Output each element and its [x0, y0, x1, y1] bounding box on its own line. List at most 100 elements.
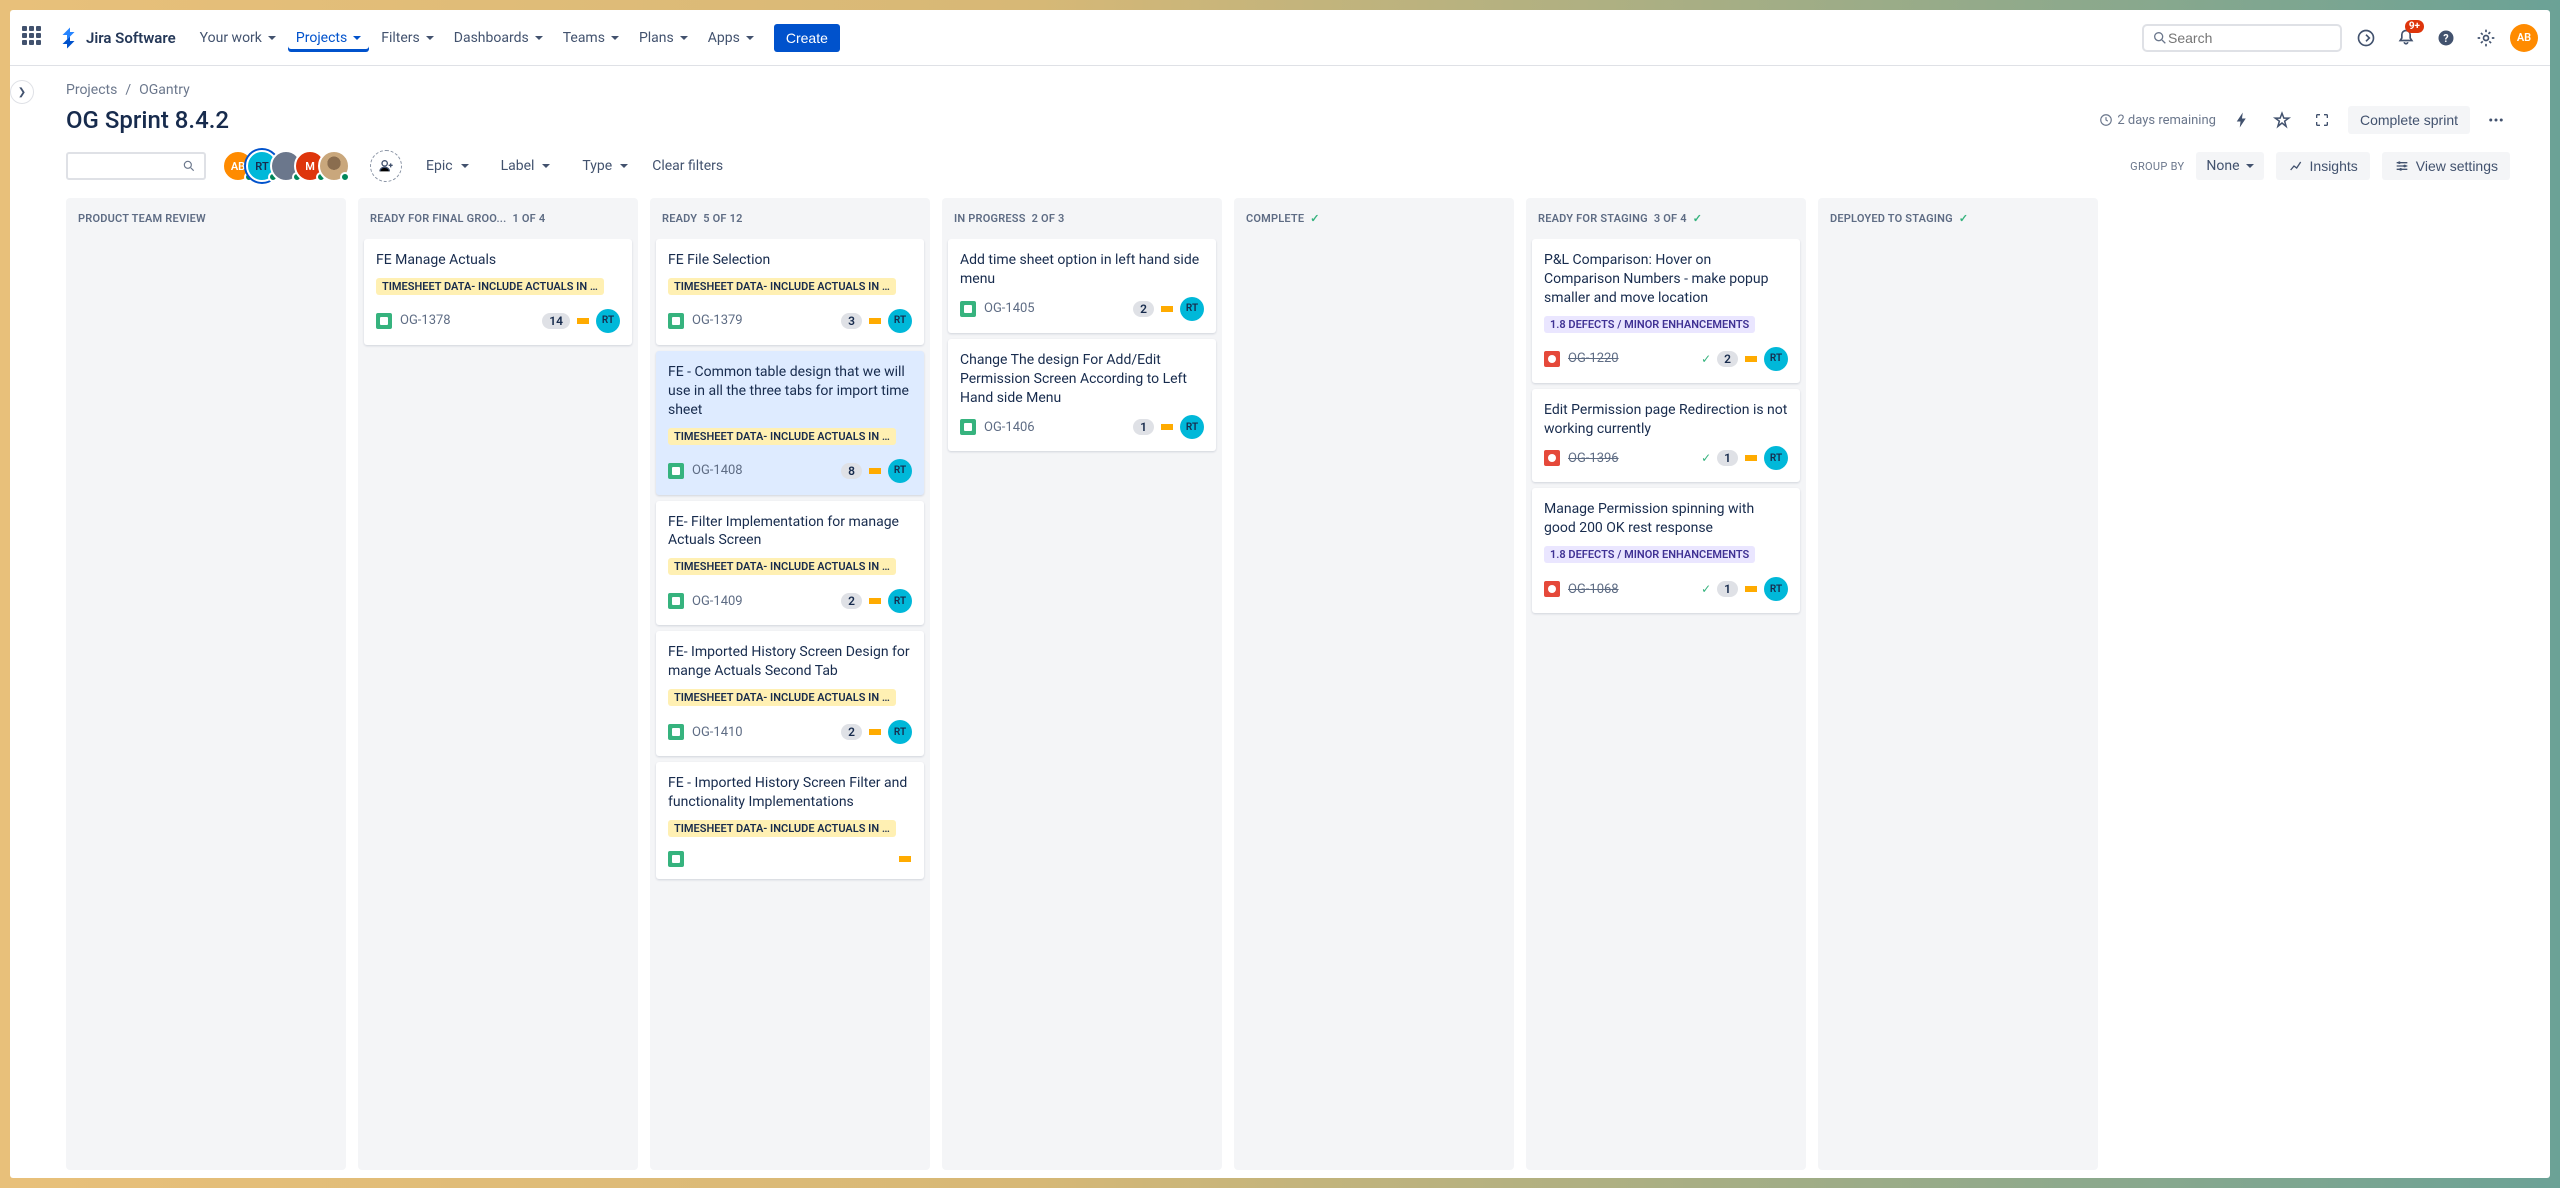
insights-button[interactable]: Insights [2276, 152, 2370, 180]
nav-plans[interactable]: Plans [631, 24, 696, 52]
app-switcher-icon[interactable] [22, 26, 46, 50]
nav-teams[interactable]: Teams [555, 24, 627, 52]
more-icon[interactable] [2482, 106, 2510, 134]
assignee-avatar[interactable]: RT [888, 720, 912, 744]
assignee-avatar[interactable]: RT [888, 589, 912, 613]
automation-icon[interactable] [2228, 106, 2256, 134]
epic-label[interactable]: TIMESHEET DATA- INCLUDE ACTUALS IN … [668, 428, 896, 445]
user-avatar[interactable]: AB [2510, 24, 2538, 52]
issue-key[interactable]: OG-1409 [692, 594, 743, 609]
assignee-avatar[interactable]: RT [1764, 446, 1788, 470]
complete-sprint-button[interactable]: Complete sprint [2348, 106, 2470, 134]
bug-icon [1544, 450, 1560, 466]
assignee-avatar[interactable] [318, 150, 350, 182]
nav-your-work[interactable]: Your work [192, 24, 284, 52]
issue-card[interactable]: Change The design For Add/Edit Permissio… [948, 339, 1216, 452]
topbar: Jira Software Your workProjectsFiltersDa… [10, 10, 2550, 66]
nav-filters[interactable]: Filters [373, 24, 442, 52]
board-search-input[interactable] [76, 158, 182, 174]
view-settings-button[interactable]: View settings [2382, 152, 2510, 180]
notification-badge: 9+ [2405, 20, 2424, 33]
column-body [66, 239, 346, 1170]
nav-dashboards[interactable]: Dashboards [446, 24, 551, 52]
topnav: Your workProjectsFiltersDashboardsTeamsP… [192, 24, 762, 52]
issue-key[interactable]: OG-1378 [400, 313, 451, 328]
add-people-button[interactable] [370, 150, 402, 182]
priority-icon [576, 314, 590, 328]
issue-card[interactable]: FE- Filter Implementation for manage Act… [656, 501, 924, 626]
card-title: Change The design For Add/Edit Permissio… [960, 351, 1204, 408]
story-points: 2 [841, 593, 862, 609]
epic-label[interactable]: 1.8 DEFECTS / MINOR ENHANCEMENTS [1544, 316, 1755, 333]
type-filter[interactable]: Type [574, 152, 636, 180]
card-title: FE- Imported History Screen Design for m… [668, 643, 912, 681]
issue-card[interactable]: FE - Common table design that we will us… [656, 351, 924, 495]
nav-apps[interactable]: Apps [700, 24, 762, 52]
fullscreen-icon[interactable] [2308, 106, 2336, 134]
assignee-avatar[interactable]: RT [888, 459, 912, 483]
issue-key[interactable]: OG-1220 [1568, 351, 1619, 366]
subtask-done-icon: ✓ [1701, 352, 1711, 366]
issue-key[interactable]: OG-1405 [984, 301, 1035, 316]
board-search[interactable] [66, 152, 206, 180]
column-body: FE File SelectionTIMESHEET DATA- INCLUDE… [650, 239, 930, 1170]
epic-label[interactable]: TIMESHEET DATA- INCLUDE ACTUALS IN … [668, 820, 896, 837]
help-icon[interactable]: ? [2430, 22, 2462, 54]
issue-card[interactable]: FE- Imported History Screen Design for m… [656, 631, 924, 756]
assignee-avatar[interactable]: RT [596, 309, 620, 333]
story-points: 8 [841, 463, 862, 479]
assignee-avatar[interactable]: RT [1180, 415, 1204, 439]
issue-card[interactable]: FE Manage ActualsTIMESHEET DATA- INCLUDE… [364, 239, 632, 345]
column-body: Add time sheet option in left hand side … [942, 239, 1222, 1170]
nav-projects[interactable]: Projects [288, 24, 369, 52]
quickstart-icon[interactable] [2350, 22, 2382, 54]
issue-card[interactable]: P&L Comparison: Hover on Comparison Numb… [1532, 239, 1800, 383]
epic-filter[interactable]: Epic [418, 152, 477, 180]
label-filter[interactable]: Label [493, 152, 559, 180]
search-icon [182, 159, 196, 173]
jira-logo[interactable]: Jira Software [58, 26, 176, 50]
issue-card[interactable]: Add time sheet option in left hand side … [948, 239, 1216, 333]
issue-key[interactable]: OG-1406 [984, 420, 1035, 435]
epic-label[interactable]: TIMESHEET DATA- INCLUDE ACTUALS IN … [668, 689, 896, 706]
clear-filters[interactable]: Clear filters [652, 158, 723, 174]
story-icon [668, 463, 684, 479]
issue-card[interactable]: FE - Imported History Screen Filter and … [656, 762, 924, 879]
column-header: READY 5 OF 12 [650, 198, 930, 239]
board-column: READY 5 OF 12FE File SelectionTIMESHEET … [650, 198, 930, 1170]
issue-key[interactable]: OG-1396 [1568, 451, 1619, 466]
group-by-select[interactable]: None [2196, 152, 2263, 180]
board-column: COMPLETE ✓ [1234, 198, 1514, 1170]
issue-card[interactable]: Manage Permission spinning with good 200… [1532, 488, 1800, 613]
check-icon: ✓ [1693, 212, 1702, 225]
bug-icon [1544, 581, 1560, 597]
priority-icon [898, 852, 912, 866]
epic-label[interactable]: 1.8 DEFECTS / MINOR ENHANCEMENTS [1544, 546, 1755, 563]
notifications-icon[interactable]: 9+ [2390, 22, 2422, 54]
assignee-avatar[interactable]: RT [1180, 297, 1204, 321]
search-box[interactable] [2142, 24, 2342, 52]
epic-label[interactable]: TIMESHEET DATA- INCLUDE ACTUALS IN … [668, 278, 896, 295]
breadcrumb-projects[interactable]: Projects [66, 82, 117, 98]
issue-card[interactable]: FE File SelectionTIMESHEET DATA- INCLUDE… [656, 239, 924, 345]
issue-key[interactable]: OG-1379 [692, 313, 743, 328]
create-button[interactable]: Create [774, 24, 840, 52]
issue-key[interactable]: OG-1068 [1568, 582, 1619, 597]
issue-key[interactable]: OG-1408 [692, 463, 743, 478]
epic-label[interactable]: TIMESHEET DATA- INCLUDE ACTUALS IN … [376, 278, 604, 295]
priority-icon [1744, 451, 1758, 465]
issue-card[interactable]: Edit Permission page Redirection is not … [1532, 389, 1800, 483]
issue-key[interactable]: OG-1410 [692, 725, 743, 740]
epic-label[interactable]: TIMESHEET DATA- INCLUDE ACTUALS IN … [668, 558, 896, 575]
sidebar-expand-button[interactable]: ❯ [10, 80, 34, 104]
column-body [1818, 239, 2098, 1170]
story-icon [668, 593, 684, 609]
assignee-avatar[interactable]: RT [888, 309, 912, 333]
search-input[interactable] [2168, 30, 2332, 46]
star-icon[interactable] [2268, 106, 2296, 134]
assignee-avatar[interactable]: RT [1764, 347, 1788, 371]
breadcrumb-project-name[interactable]: OGantry [139, 82, 190, 98]
chevron-down-icon [535, 36, 543, 40]
settings-icon[interactable] [2470, 22, 2502, 54]
assignee-avatar[interactable]: RT [1764, 577, 1788, 601]
